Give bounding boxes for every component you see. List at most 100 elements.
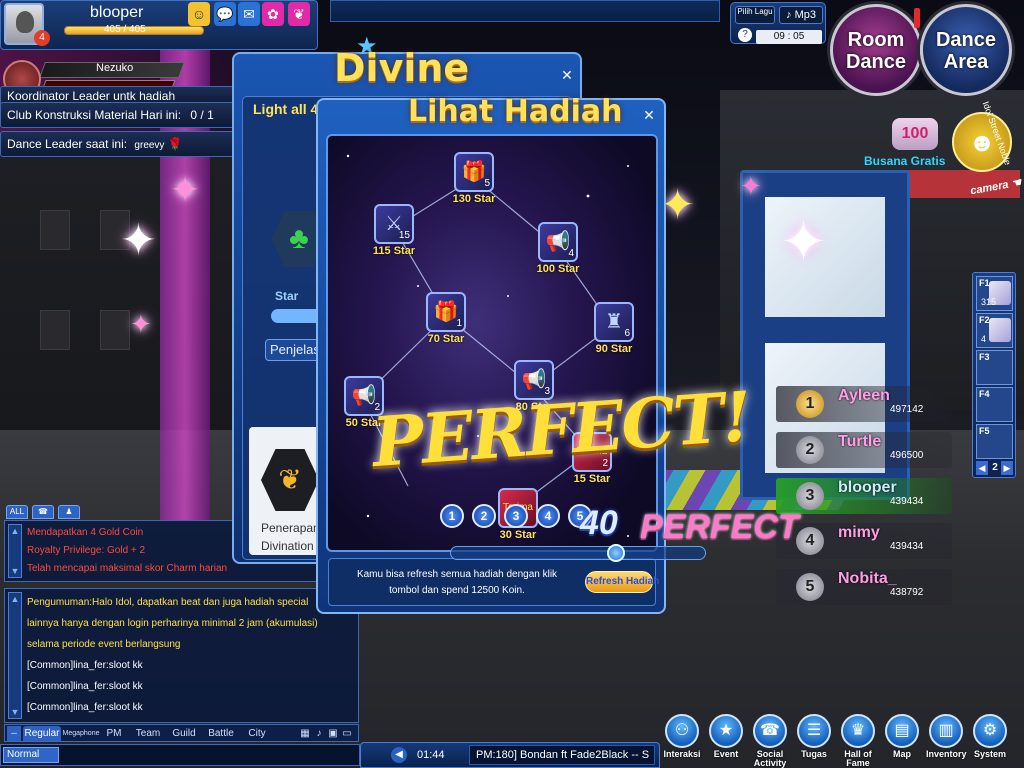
megaphone-icon: 📢 4	[538, 222, 578, 262]
phoenix-icon[interactable]: ❦	[261, 449, 319, 511]
perfect-label: PERFECT	[640, 508, 799, 546]
lock-icon[interactable]: ▣	[327, 726, 339, 741]
quick-slots: F1 315 F2 4 F3 F4 F5 ◀ 2 ▶	[972, 272, 1016, 478]
dance-leader-value: greevy	[134, 140, 165, 151]
slot-key: F1	[979, 278, 990, 288]
inventory-button[interactable]: ▥ Inventory	[926, 714, 967, 759]
quick-slot-f2[interactable]: F2 4	[976, 313, 1013, 348]
event-button[interactable]: ★ Event	[706, 714, 746, 759]
rank-badge: 3	[796, 482, 824, 510]
reward-node-115[interactable]: ⚔ 15 115 Star	[372, 204, 416, 257]
close-icon[interactable]: ✕	[558, 66, 576, 84]
reward-node-130[interactable]: 🎁 5 130 Star	[452, 152, 496, 205]
next-page-button[interactable]: ▶	[1001, 461, 1013, 475]
grid-icon[interactable]: ▦	[299, 726, 311, 741]
mail-icon[interactable]: ✉	[238, 2, 260, 26]
hall-of-fame-button[interactable]: ♛ Hall of Fame	[838, 714, 878, 768]
item-count: 5	[484, 178, 490, 189]
filter-guild[interactable]: Guild	[167, 726, 201, 741]
leader-info-text: Koordinator Leader untk hadiah	[7, 89, 176, 103]
tab-whisper[interactable]: ☎	[32, 505, 54, 519]
scroll-up-icon[interactable]: ▲	[9, 593, 21, 605]
reward-node-100[interactable]: 📢 4 100 Star	[536, 222, 580, 275]
menu-label: Tugas	[801, 749, 827, 759]
song-list-button[interactable]: Pilih Lagu	[735, 6, 775, 24]
reward-node-90[interactable]: ♜ 6 90 Star	[592, 302, 636, 355]
combo-dot: 1	[440, 504, 464, 528]
resize-icon[interactable]: ▭	[341, 726, 353, 741]
help-button[interactable]: ?	[738, 28, 752, 42]
quick-slot-f4[interactable]: F4	[976, 387, 1013, 422]
rank-player-name: Turtle	[838, 433, 882, 450]
slot-key: F5	[979, 426, 990, 436]
chat-channel-tabs: ALL ☎ ♟	[6, 505, 86, 519]
busana-gratis[interactable]: 100 Busana Gratis	[862, 118, 952, 168]
song-title: PM:180] Bondan ft Fade2Black -- S	[469, 745, 655, 765]
rank-score: 496500	[890, 450, 924, 461]
system-line: Mendapatkan 4 Gold Coin	[27, 527, 144, 538]
apply-label: Penerapan	[261, 521, 320, 535]
chat-bubble-icon[interactable]: 💬	[214, 2, 236, 26]
close-icon[interactable]: ✕	[640, 106, 658, 124]
scroll-down-icon[interactable]: ▼	[9, 706, 21, 718]
tab-all[interactable]: ALL	[6, 505, 28, 519]
filter-team[interactable]: Team	[131, 726, 165, 741]
figure-icon: ♜ 6	[594, 302, 634, 342]
combo-dot: 2	[472, 504, 496, 528]
busana-label: Busana Gratis	[864, 154, 946, 168]
flower-icon[interactable]: ✿	[262, 2, 284, 26]
filter-pm[interactable]: PM	[101, 726, 127, 741]
minimize-icon[interactable]: –	[7, 726, 21, 741]
gift-icon: 🎁 5	[454, 152, 494, 192]
tugas-button[interactable]: ☰ Tugas	[794, 714, 834, 759]
system-button[interactable]: ⚙ System	[970, 714, 1010, 759]
rank-score: 439434	[890, 541, 924, 552]
volume-icon[interactable]: ♪	[313, 726, 325, 741]
divine-title: Divine	[334, 46, 470, 90]
chat-line: Pengumuman:Halo Idol, dapatkan beat dan …	[27, 597, 309, 608]
player-profile: 4 blooper 405 / 405 ☺ 💬 ✉ ✿ ❦	[0, 0, 330, 50]
dance-area-button[interactable]: Dance Area	[920, 4, 1012, 96]
interaksi-button[interactable]: ⚇ Interaksi	[662, 714, 702, 759]
filter-megaphone[interactable]: Megaphone	[61, 726, 101, 741]
chat-scrollbar[interactable]: ▲ ▼	[8, 592, 22, 719]
speaker-icon[interactable]: ◀	[391, 747, 407, 763]
menu-label: System	[973, 749, 1007, 759]
slot-count: 4	[981, 334, 987, 344]
emoji-icon[interactable]: ☺	[188, 2, 210, 26]
star-cost: 70 Star	[427, 333, 465, 345]
filter-battle[interactable]: Battle	[203, 726, 239, 741]
chat-input-bar[interactable]: Normal	[0, 744, 360, 766]
system-line: Royalty Privilege: Gold + 2	[27, 545, 146, 556]
prev-page-button[interactable]: ◀	[976, 461, 988, 475]
filter-regular[interactable]: Regular	[23, 726, 61, 741]
refresh-reward-button[interactable]: Refresh Hadiah	[585, 571, 659, 593]
quick-slot-f1[interactable]: F1 315	[976, 276, 1013, 311]
filter-city[interactable]: City	[243, 726, 271, 741]
map-button[interactable]: ▤ Map	[882, 714, 922, 759]
scroll-up-icon[interactable]: ▲	[9, 525, 21, 537]
social-activity-button[interactable]: ☎ Social Activity	[750, 714, 790, 768]
tab-group[interactable]: ♟	[58, 505, 80, 519]
clock: 09 : 05	[756, 30, 822, 44]
busana-badge: 100	[892, 118, 938, 150]
slot-key: F4	[979, 389, 990, 399]
room-dance-button[interactable]: Room Dance	[830, 4, 922, 96]
sparkle-icon: ✦	[780, 210, 827, 275]
quick-slot-f5[interactable]: F5	[976, 424, 1013, 459]
task-icon: ☰	[797, 714, 831, 748]
menu-label: Social Activity	[753, 749, 787, 768]
quick-slot-f3[interactable]: F3	[976, 350, 1013, 385]
divine-star-label: Star	[275, 289, 299, 303]
item-count: 4	[568, 248, 574, 259]
chat-mode-select[interactable]: Normal	[3, 747, 59, 763]
mp3-button[interactable]: ♪ Mp3	[779, 6, 823, 24]
system-scrollbar[interactable]: ▲ ▼	[8, 524, 22, 578]
combo-dot: 3	[504, 504, 528, 528]
hp-text: 405 / 405	[104, 24, 146, 35]
scroll-down-icon[interactable]: ▼	[9, 565, 21, 577]
system-line: Telah mencapai maksimal skor Charm haria…	[27, 563, 228, 574]
butterfly-icon[interactable]: ❦	[288, 2, 310, 26]
menu-label: Event	[713, 749, 739, 759]
reward-node-70[interactable]: 🎁 1 70 Star	[424, 292, 468, 345]
